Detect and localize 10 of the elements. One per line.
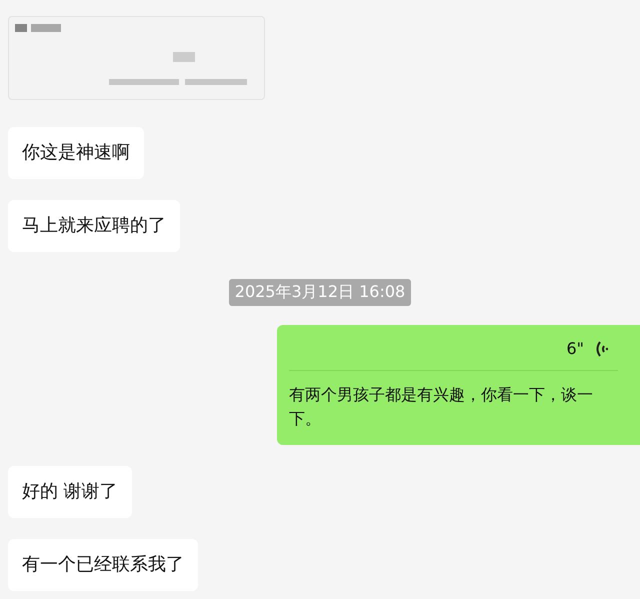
voice-transcript: 有两个男孩子都是有兴趣，你看一下，谈一下。 xyxy=(289,384,594,430)
shared-card[interactable] xyxy=(8,16,265,100)
sound-wave-icon xyxy=(594,340,608,358)
message-bubble: 你这是神速啊 xyxy=(8,127,144,179)
voice-duration: 6" xyxy=(566,339,584,358)
message-bubble: 好的 谢谢了 xyxy=(8,466,132,518)
message-bubble: 马上就来应聘的了 xyxy=(8,200,180,252)
message-bubble: 有一个已经联系我了 xyxy=(8,539,198,591)
timestamp: 2025年3月12日 16:08 xyxy=(228,279,412,306)
voice-message-bubble[interactable]: 6" 有两个男孩子都是有兴趣，你看一下，谈一下。 xyxy=(277,325,640,445)
